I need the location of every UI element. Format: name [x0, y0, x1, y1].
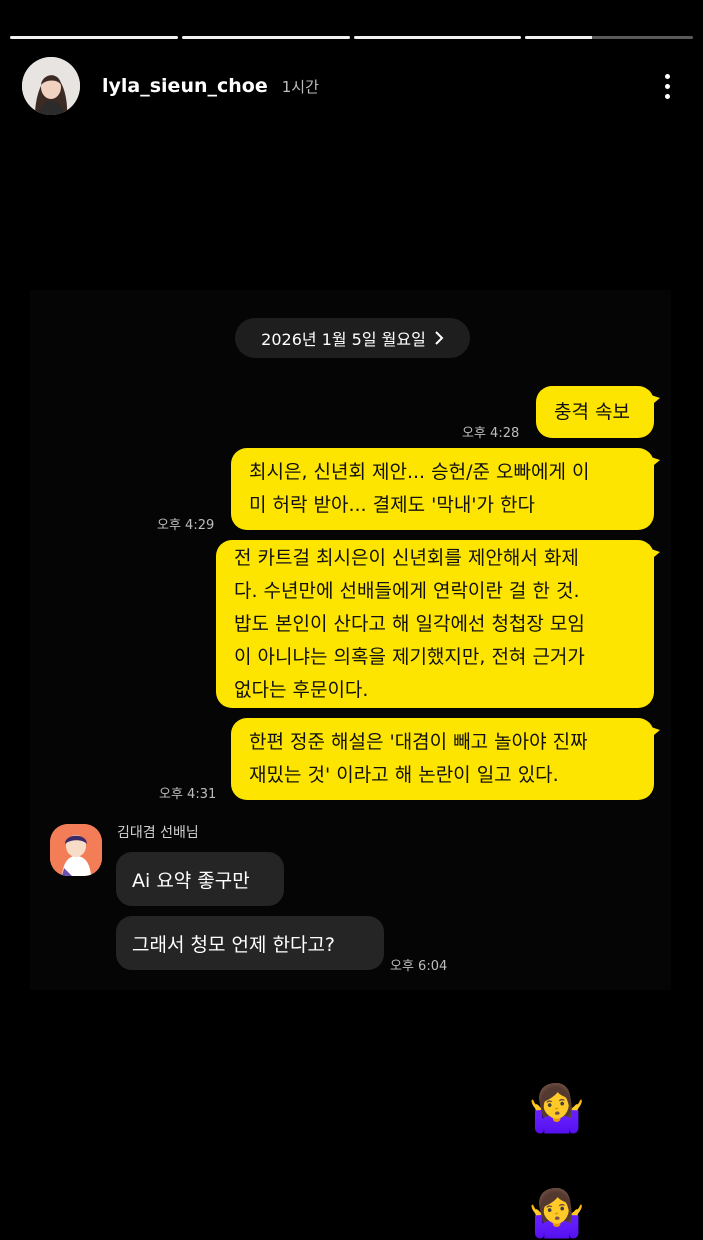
avatar-photo-icon: [22, 57, 80, 115]
message-line: 이 아니냐는 의혹을 제기했지만, 전혀 근거가: [234, 645, 585, 668]
message-line: 최시은, 신년회 제안... 승헌/준 오빠에게 이: [249, 461, 590, 483]
my-message-bubble: 최시은, 신년회 제안... 승헌/준 오빠에게 이 미 허락 받아... 결제…: [231, 448, 660, 530]
story-progress-bar: [10, 36, 693, 39]
more-options-icon[interactable]: [661, 73, 673, 99]
sender-name: 김대겸 선배님: [117, 825, 199, 841]
message-line: 재밌는 것' 이라고 해 논란이 일고 있다.: [249, 764, 559, 786]
message-text: 그래서 청모 언제 한다고?: [132, 933, 336, 956]
message-timestamp: 오후 4:31: [159, 787, 217, 802]
post-time: 1시간: [281, 77, 319, 96]
message-text: Ai 요약 좋구만: [132, 869, 250, 892]
message-timestamp: 오후 4:28: [462, 426, 520, 441]
message-line: 밥도 본인이 산다고 해 일각에선 청첩장 모임: [234, 612, 585, 635]
progress-segment: [353, 36, 522, 39]
their-message-bubble: Ai 요약 좋구만: [116, 852, 284, 906]
my-message-bubble: 한편 정준 해설은 '대겸이 빼고 놀아야 진짜 재밌는 것' 이라고 해 논란…: [231, 718, 660, 800]
my-message-bubble: 충격 속보: [536, 386, 660, 438]
sender-avatar[interactable]: [50, 824, 102, 876]
progress-segment: [181, 36, 350, 39]
message-line: 미 허락 받아... 결제도 '막내'가 한다: [249, 494, 536, 516]
profile-avatar[interactable]: [22, 57, 80, 115]
message-line: 없다는 후문이다.: [234, 678, 369, 701]
message-line: 전 카트걸 최시은이 신년회를 제안해서 화제: [234, 546, 579, 569]
progress-segment: [525, 36, 693, 39]
progress-segment: [10, 36, 178, 39]
date-chip[interactable]: 2026년 1월 5일 월요일: [235, 318, 470, 358]
chevron-right-icon: [435, 331, 444, 345]
my-message-bubble: 전 카트걸 최시은이 신년회를 제안해서 화제 다. 수년만에 선배들에게 연락…: [216, 540, 660, 708]
story-header: lyla_sieun_choe 1시간: [22, 56, 673, 116]
message-timestamp: 오후 6:04: [390, 959, 448, 974]
message-timestamp: 오후 4:29: [157, 518, 215, 533]
cartoon-avatar-icon: [50, 824, 102, 876]
person-shrugging-emoji[interactable]: 🤷‍♀️: [528, 1085, 585, 1131]
username[interactable]: lyla_sieun_choe: [102, 75, 268, 97]
person-shrugging-emoji[interactable]: 🤷‍♀️: [528, 1190, 585, 1236]
message-line: 다. 수년만에 선배들에게 연락이란 걸 한 것.: [234, 579, 580, 602]
message-text: 충격 속보: [554, 400, 630, 423]
message-line: 한편 정준 해설은 '대겸이 빼고 놀아야 진짜: [249, 731, 588, 753]
their-message-bubble: 그래서 청모 언제 한다고?: [116, 916, 384, 970]
date-label: 2026년 1월 5일 월요일: [261, 330, 426, 349]
story-viewer: lyla_sieun_choe 1시간 2026년 1월 5일 월요일 충격 속…: [0, 0, 703, 1236]
